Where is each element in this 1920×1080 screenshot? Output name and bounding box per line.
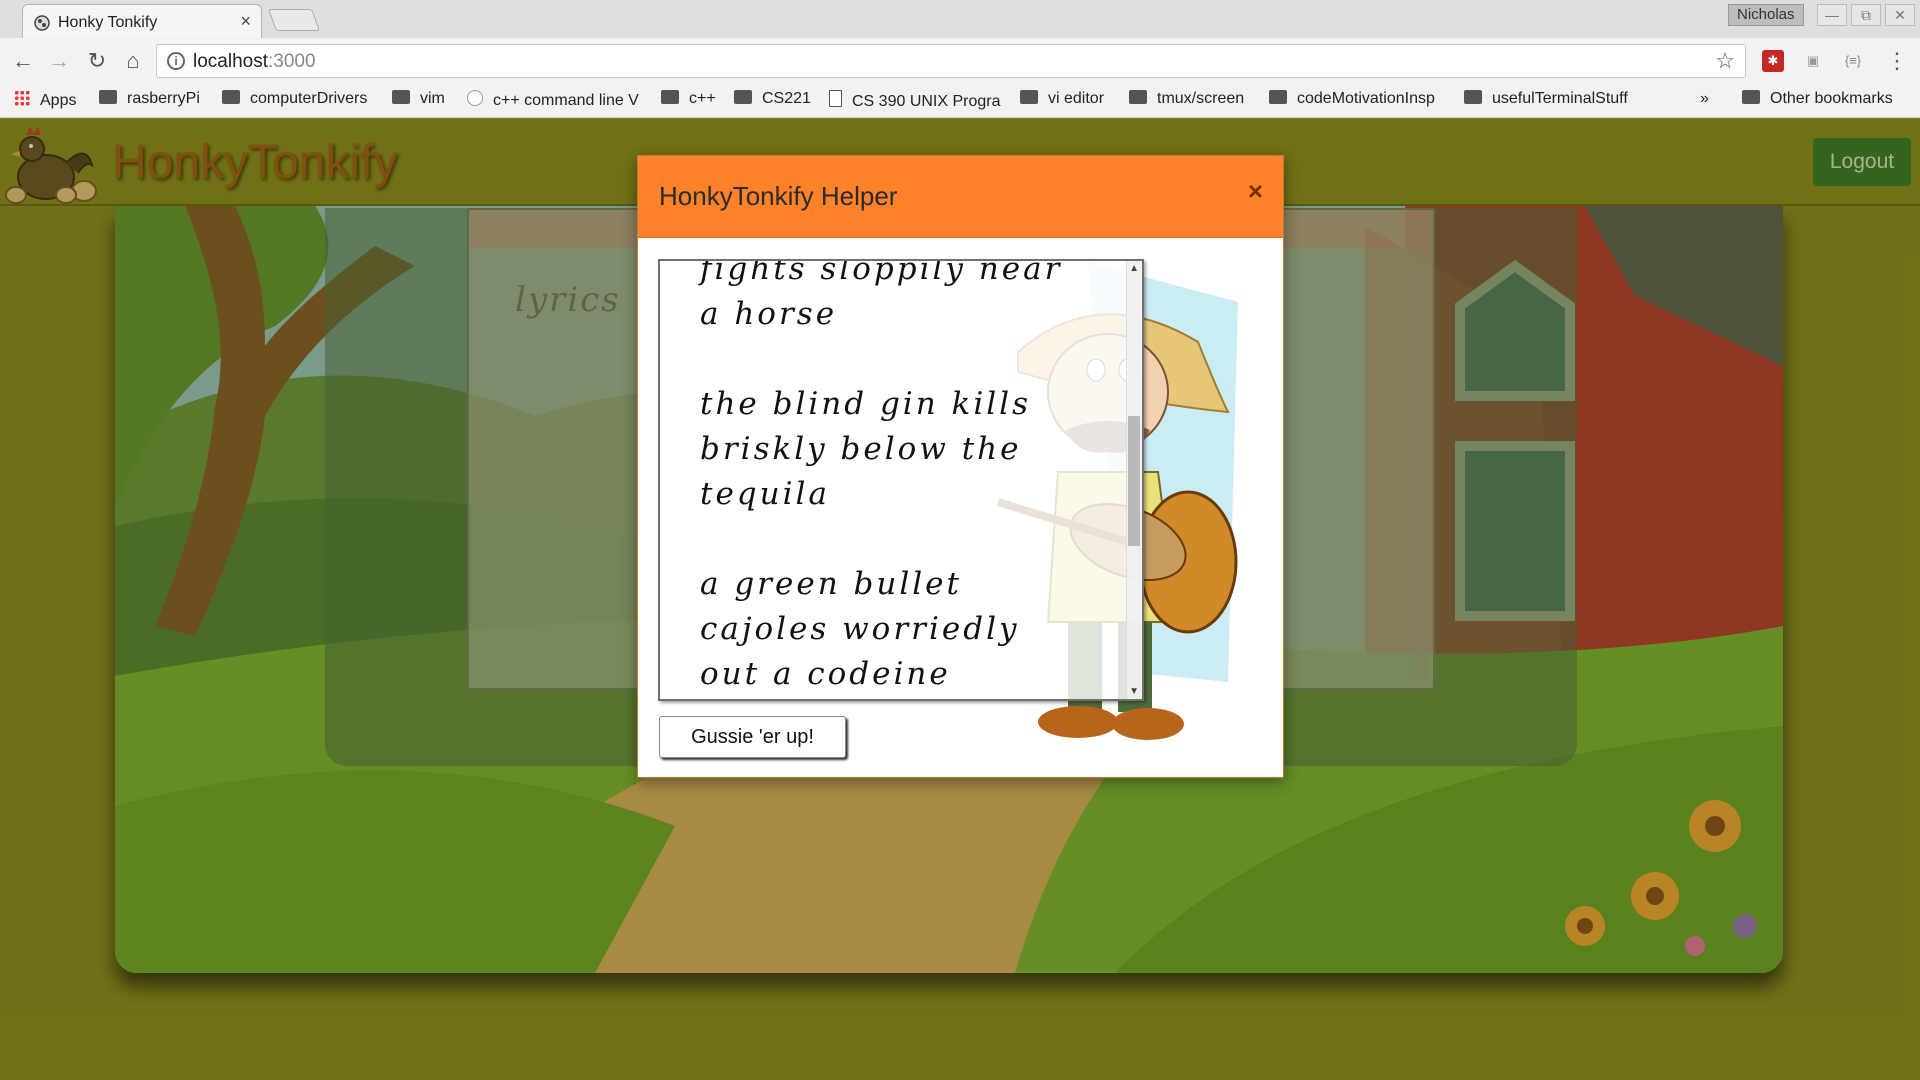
new-tab-button[interactable] (267, 9, 321, 31)
extension-bookmark-icon[interactable]: ▣ (1802, 50, 1824, 72)
bookmark-cpp[interactable]: c++ (661, 90, 723, 112)
url-host: localhost (193, 51, 268, 72)
bookmark-usefulterminal[interactable]: usefulTerminalStuff (1464, 90, 1644, 112)
folder-icon (99, 90, 117, 104)
profile-button[interactable]: Nicholas (1728, 4, 1804, 26)
forward-icon[interactable]: → (46, 48, 72, 74)
honkified-lyrics-text: fights sloppily near a horse the blind g… (700, 259, 1063, 692)
extension-red-icon[interactable]: ✱ (1762, 50, 1784, 72)
textarea-scrollbar[interactable]: ▲ ▼ (1126, 261, 1142, 699)
browser-tab-bar: Honky Tonkify × Nicholas — ⧉ ✕ (0, 0, 1920, 38)
bookmark-label: c++ (689, 90, 716, 107)
bookmark-label: vi editor (1048, 90, 1105, 107)
browser-menu-icon[interactable]: ⋮ (1886, 48, 1908, 74)
tab-close-icon[interactable]: × (240, 11, 251, 32)
close-icon[interactable]: × (1248, 176, 1263, 207)
bookmark-star-icon[interactable]: ☆ (1715, 48, 1735, 74)
browser-toolbar: ← → ↻ ⌂ i localhost:3000 ☆ ✱ ▣ {≡} ⋮ (0, 38, 1920, 84)
minimize-button[interactable]: — (1817, 4, 1847, 26)
bookmark-cs390[interactable]: CS 390 UNIX Progra (829, 90, 1007, 112)
folder-icon (1742, 90, 1760, 104)
extension-json-icon[interactable]: {≡} (1842, 50, 1864, 72)
url-text: localhost:3000 (193, 51, 316, 73)
tab-title: Honky Tonkify (58, 14, 158, 31)
gussie-er-up-button[interactable]: Gussie 'er up! (659, 716, 846, 758)
bookmark-computerdrivers[interactable]: computerDrivers (222, 90, 382, 112)
url-port: :3000 (268, 51, 316, 72)
modal-header: HonkyTonkify Helper × (638, 156, 1283, 238)
scrollbar-thumb[interactable] (1128, 416, 1140, 546)
bookmark-label: CS221 (762, 90, 811, 107)
restore-button[interactable]: ⧉ (1851, 4, 1881, 26)
bookmark-vi-editor[interactable]: vi editor (1020, 90, 1120, 112)
reload-icon[interactable]: ↻ (84, 48, 110, 74)
address-bar[interactable]: i localhost:3000 ☆ (156, 44, 1746, 78)
window-close-button[interactable]: ✕ (1885, 4, 1915, 26)
bookmarks-overflow-chevron-icon[interactable]: » (1700, 90, 1716, 112)
folder-icon (1129, 90, 1147, 104)
back-icon[interactable]: ← (10, 48, 36, 74)
helper-modal: HonkyTonkify Helper × fights sloppily ne… (637, 155, 1284, 778)
browser-tab[interactable]: Honky Tonkify × (22, 4, 262, 38)
scroll-up-arrow-icon[interactable]: ▲ (1129, 263, 1139, 274)
bookmark-label: computerDrivers (250, 90, 368, 107)
bookmark-label: Apps (40, 92, 77, 109)
folder-icon (1269, 90, 1287, 104)
folder-icon (392, 90, 410, 104)
scroll-down-arrow-icon[interactable]: ▼ (1129, 686, 1139, 697)
bookmark-tmux-screen[interactable]: tmux/screen (1129, 90, 1259, 112)
bookmark-vim[interactable]: vim (392, 90, 452, 112)
bookmarks-bar: Apps rasberryPi computerDrivers vim c++ … (0, 84, 1920, 118)
bookmark-rasberrypi[interactable]: rasberryPi (99, 90, 209, 112)
folder-icon (1464, 90, 1482, 104)
bookmark-label: vim (420, 90, 445, 107)
folder-icon (734, 90, 752, 104)
bookmark-label: c++ command line V (493, 92, 639, 109)
folder-icon (661, 90, 679, 104)
folder-icon (222, 90, 240, 104)
bookmark-label: CS 390 UNIX Progra (852, 93, 1001, 110)
modal-title: HonkyTonkify Helper (659, 181, 898, 211)
site-favicon-icon (34, 15, 50, 31)
bookmark-label: codeMotivationInsp (1297, 90, 1435, 107)
bookmark-apps[interactable]: Apps (14, 90, 84, 112)
honkified-output-textarea[interactable]: fights sloppily near a horse the blind g… (658, 259, 1144, 701)
bookmark-label: rasberryPi (127, 90, 200, 107)
site-info-icon[interactable]: i (167, 52, 185, 70)
globe-icon (467, 90, 483, 106)
apps-icon (14, 90, 30, 106)
bookmark-cpp-command-line[interactable]: c++ command line V (467, 90, 643, 112)
bookmark-codemotivation[interactable]: codeMotivationInsp (1269, 90, 1447, 112)
bookmark-other[interactable]: Other bookmarks (1742, 90, 1914, 112)
folder-icon (1020, 90, 1038, 104)
page-icon (829, 90, 842, 107)
bookmark-label: usefulTerminalStuff (1492, 90, 1628, 107)
home-icon[interactable]: ⌂ (120, 48, 146, 74)
bookmark-label: Other bookmarks (1770, 90, 1893, 107)
bookmark-label: tmux/screen (1157, 90, 1245, 107)
bookmark-cs221[interactable]: CS221 (734, 90, 812, 112)
